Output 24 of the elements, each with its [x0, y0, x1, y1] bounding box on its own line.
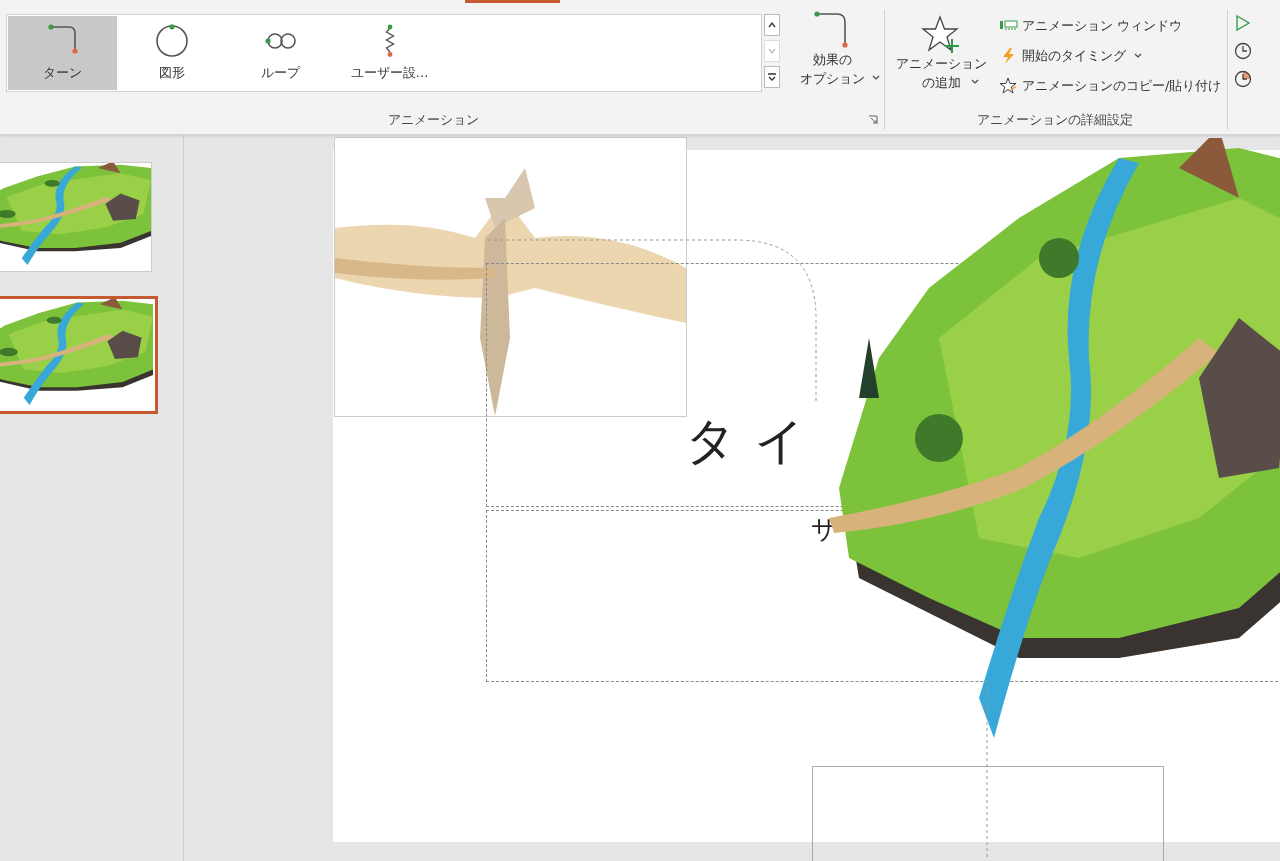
caret-icon — [872, 75, 880, 81]
gallery-item[interactable]: ループ — [226, 16, 335, 90]
clock-icon[interactable] — [1234, 70, 1252, 88]
command-button[interactable]: アニメーション ウィンドウ — [999, 14, 1222, 38]
group-label: アニメーションの詳細設定 — [977, 111, 1133, 129]
scroll-up-button[interactable] — [763, 14, 780, 36]
command-button[interactable]: 開始のタイミング — [999, 44, 1222, 68]
star-plus-icon — [920, 14, 962, 54]
add-animation-button[interactable]: アニメーション の追加 — [889, 14, 993, 92]
play-icon[interactable] — [1234, 14, 1252, 32]
dialog-launcher-icon[interactable] — [868, 115, 878, 125]
caret-icon — [1134, 53, 1142, 59]
clock-icon[interactable] — [1234, 42, 1252, 60]
zigzag-path-icon — [384, 24, 395, 58]
gallery-item[interactable]: ユーザー設… — [335, 16, 444, 90]
gallery-item[interactable]: ターン — [8, 16, 117, 90]
group-label: アニメーション — [388, 111, 479, 129]
more-button[interactable] — [763, 66, 780, 88]
caret-icon — [971, 79, 979, 85]
command-button[interactable]: アニメーションのコピー/貼り付け — [999, 74, 1222, 98]
gallery-item[interactable]: 図形 — [117, 16, 226, 90]
slide-title: タイ — [685, 411, 823, 472]
star-brush-icon — [999, 77, 1018, 95]
effect-options-button[interactable]: 効果の オプション — [785, 10, 884, 88]
